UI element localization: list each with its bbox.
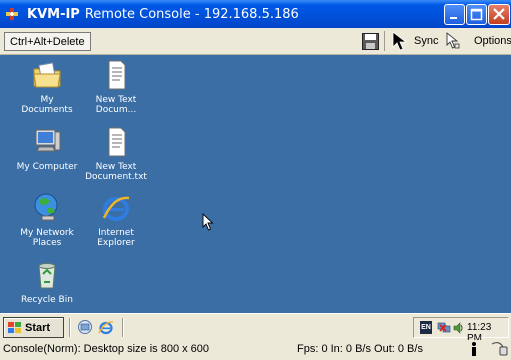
- taskbar-separator: [122, 318, 124, 337]
- mouse-cursor-icon: [202, 212, 214, 231]
- folder-documents-icon: [31, 59, 63, 91]
- show-desktop-icon[interactable]: [77, 319, 93, 335]
- app-icon: [5, 7, 19, 21]
- desktop-icon-label: New Text Document.txt: [85, 162, 147, 182]
- desktop-icon-my-computer[interactable]: My Computer: [14, 126, 80, 172]
- save-icon[interactable]: [362, 33, 379, 50]
- text-file-icon: [100, 126, 132, 158]
- desktop-icon-new-text-document-1[interactable]: New Text Docum...: [83, 59, 149, 115]
- app-brand: KVM-IP: [27, 6, 80, 22]
- options-pointer-icon[interactable]: [446, 32, 460, 50]
- sync-pointer-icon[interactable]: [392, 31, 408, 52]
- console-status-text: Console(Norm): Desktop size is 800 x 600: [3, 343, 210, 355]
- window-title: Remote Console - 192.168.5.186: [84, 6, 299, 22]
- internet-explorer-icon: [100, 192, 132, 224]
- desktop-icon-internet-explorer[interactable]: Internet Explorer: [83, 192, 149, 248]
- maximize-icon: [470, 8, 483, 21]
- volume-icon[interactable]: [452, 321, 464, 335]
- recycle-bin-icon: [31, 259, 63, 291]
- windows-flag-icon: [7, 321, 22, 334]
- desktop-icon-new-text-document-2[interactable]: New Text Document.txt: [83, 126, 149, 182]
- language-indicator[interactable]: EN: [420, 321, 432, 334]
- info-icon[interactable]: [469, 341, 479, 357]
- maximize-button[interactable]: [466, 4, 487, 25]
- remote-taskbar: Start EN 11:23 PM: [0, 313, 511, 344]
- connection-plug-icon[interactable]: [490, 341, 508, 357]
- taskbar-separator: [69, 318, 71, 337]
- quick-launch-ie-icon[interactable]: [98, 319, 114, 335]
- remote-desktop[interactable]: My Documents New Text Docum... My Comput…: [0, 55, 511, 313]
- network-status-icon[interactable]: [437, 321, 452, 335]
- desktop-icon-label: My Documents: [21, 95, 73, 115]
- minimize-icon: [450, 17, 457, 19]
- status-bar: Console(Norm): Desktop size is 800 x 600…: [0, 340, 511, 358]
- desktop-icon-label: My Network Places: [20, 228, 74, 248]
- toolbar-separator: [384, 31, 385, 51]
- start-button[interactable]: Start: [3, 317, 64, 338]
- desktop-icon-label: Internet Explorer: [97, 228, 135, 248]
- desktop-icon-my-documents[interactable]: My Documents: [14, 59, 80, 115]
- fps-status-text: Fps: 0 In: 0 B/s Out: 0 B/s: [297, 343, 423, 355]
- start-label: Start: [25, 321, 51, 334]
- title-bar[interactable]: KVM-IP Remote Console - 192.168.5.186: [0, 0, 511, 28]
- desktop-icon-label: Recycle Bin: [21, 295, 73, 305]
- close-icon: [493, 8, 505, 20]
- network-places-icon: [31, 192, 63, 224]
- desktop-icon-my-network-places[interactable]: My Network Places: [14, 192, 80, 248]
- sync-button[interactable]: Sync: [414, 35, 438, 47]
- computer-icon: [31, 126, 63, 158]
- options-button[interactable]: Options: [474, 35, 511, 47]
- text-file-icon: [100, 59, 132, 91]
- kvm-console-window: KVM-IP Remote Console - 192.168.5.186 Ct…: [0, 0, 511, 358]
- close-button[interactable]: [488, 4, 510, 25]
- minimize-button[interactable]: [444, 4, 465, 25]
- desktop-icon-recycle-bin[interactable]: Recycle Bin: [14, 259, 80, 305]
- ctrl-alt-delete-button[interactable]: Ctrl+Alt+Delete: [4, 32, 91, 51]
- console-toolbar: Ctrl+Alt+Delete Sync Options: [0, 28, 511, 55]
- desktop-icon-label: My Computer: [16, 162, 78, 172]
- desktop-icon-label: New Text Docum...: [95, 95, 137, 115]
- system-tray: EN 11:23 PM: [413, 317, 509, 344]
